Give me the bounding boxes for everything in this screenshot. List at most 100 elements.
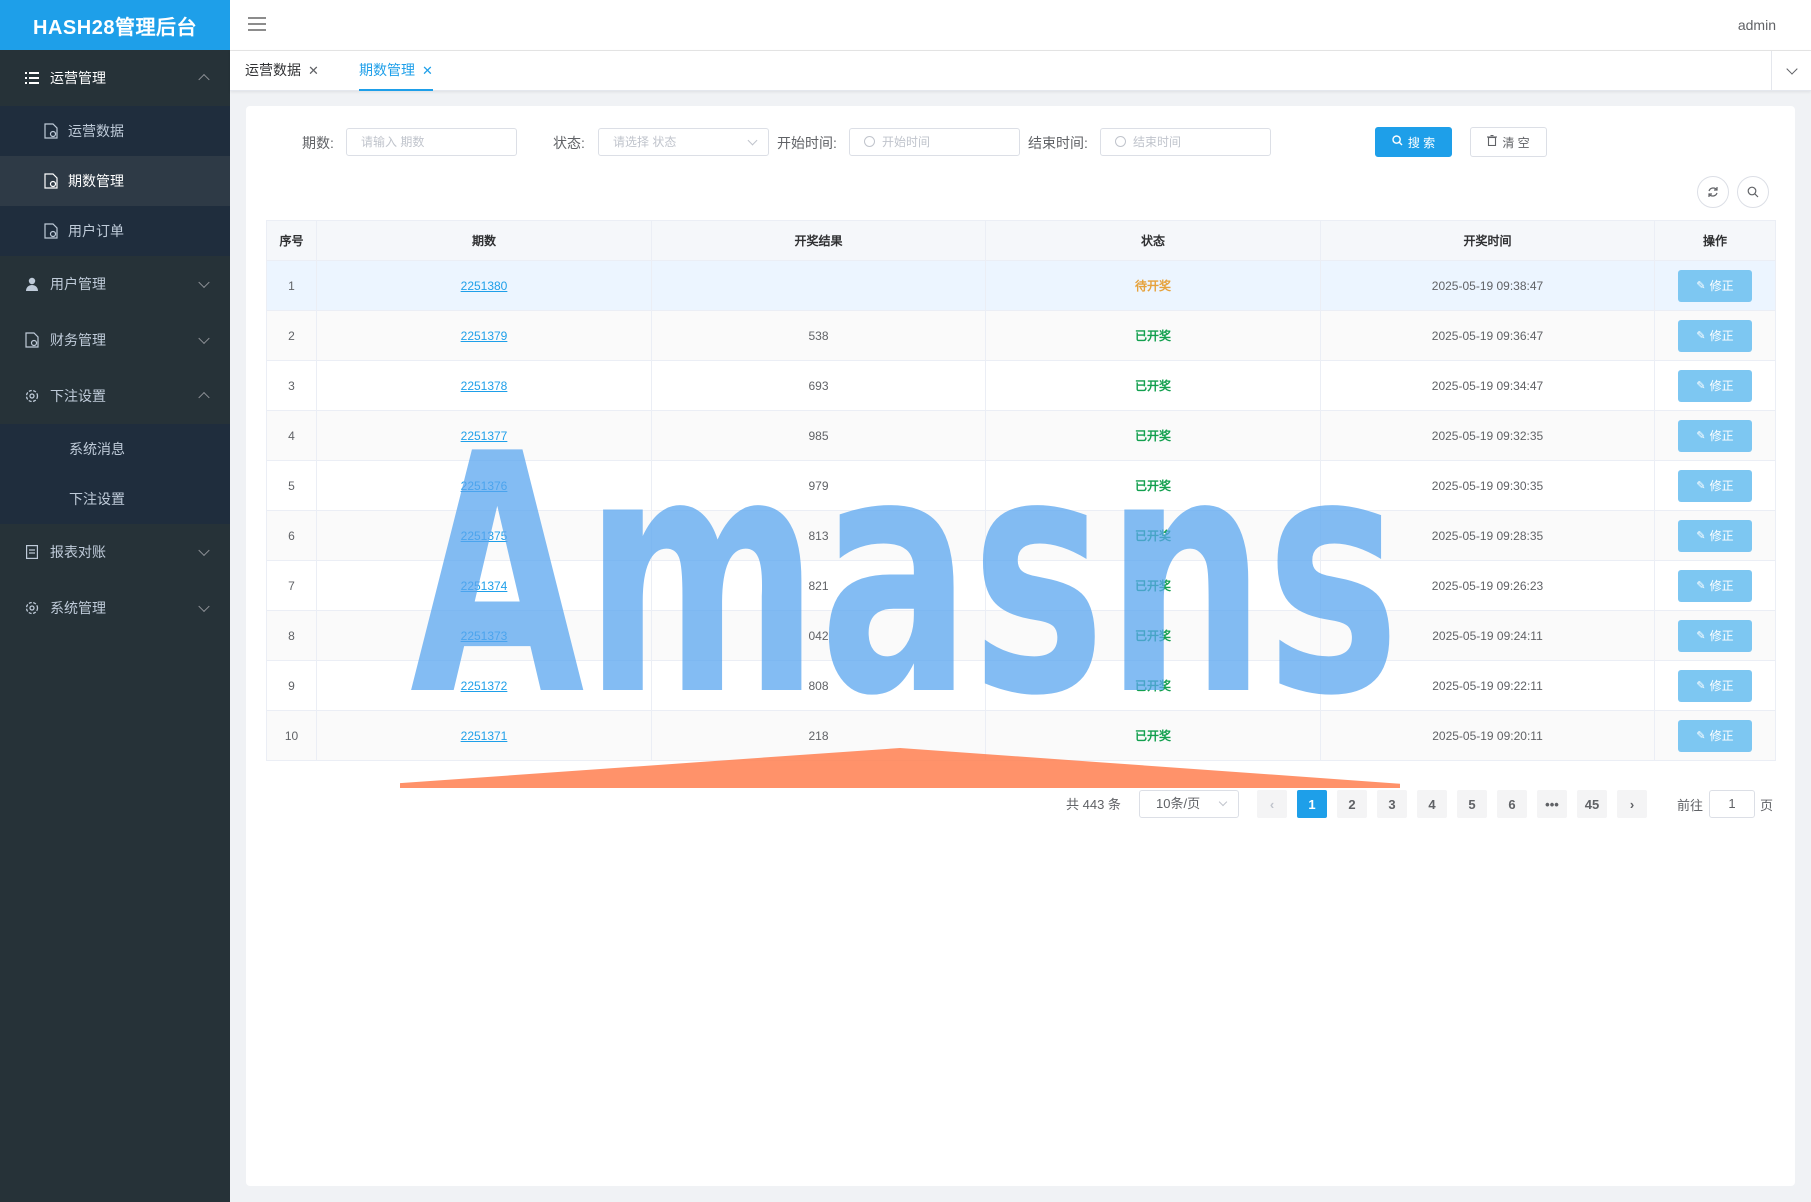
column-header[interactable]: 操作 bbox=[1654, 220, 1776, 261]
next-page-button[interactable]: › bbox=[1617, 790, 1647, 818]
issue-link[interactable]: 2251373 bbox=[461, 629, 508, 643]
edit-button[interactable]: ✎ 修正 bbox=[1678, 469, 1752, 502]
issue-link[interactable]: 2251375 bbox=[461, 529, 508, 543]
menu-group-label: 财务管理 bbox=[50, 332, 106, 348]
refresh-button[interactable] bbox=[1697, 176, 1729, 208]
issue-link[interactable]: 2251377 bbox=[461, 429, 508, 443]
menu-group-system[interactable]: 系统管理 bbox=[0, 580, 230, 636]
document-icon bbox=[24, 332, 40, 348]
edit-button[interactable]: ✎ 修正 bbox=[1678, 719, 1752, 752]
row-index: 7 bbox=[266, 560, 317, 611]
start-time-picker[interactable]: 开始时间 bbox=[849, 128, 1020, 156]
page-size-select[interactable]: 10条/页 bbox=[1139, 790, 1239, 818]
list-icon bbox=[24, 70, 40, 86]
issue-link[interactable]: 2251378 bbox=[461, 379, 508, 393]
user-menu[interactable]: admin bbox=[1738, 17, 1776, 33]
app-logo: HASH28管理后台 bbox=[0, 0, 230, 50]
menu-group-operations[interactable]: 运营管理 bbox=[0, 50, 230, 106]
toggle-search-button[interactable] bbox=[1737, 176, 1769, 208]
pencil-icon: ✎ bbox=[1696, 580, 1706, 592]
draw-result: 979 bbox=[651, 460, 986, 511]
page-button[interactable]: 45 bbox=[1577, 790, 1607, 818]
sidebar-item-system-messages[interactable]: 系统消息 bbox=[0, 424, 230, 474]
submenu-operations: 运营数据 期数管理 用户订单 bbox=[0, 106, 230, 256]
close-icon[interactable]: ✕ bbox=[308, 63, 319, 78]
edit-button-label: 修正 bbox=[1709, 579, 1734, 593]
search-button[interactable]: 搜 索 bbox=[1375, 127, 1452, 157]
clear-button[interactable]: 清 空 bbox=[1470, 127, 1547, 157]
menu-group-label: 用户管理 bbox=[50, 276, 106, 292]
row-index: 8 bbox=[266, 610, 317, 661]
column-header[interactable]: 状态 bbox=[985, 220, 1321, 261]
issue-link[interactable]: 2251372 bbox=[461, 679, 508, 693]
edit-button[interactable]: ✎ 修正 bbox=[1678, 269, 1752, 302]
menu-group-reports[interactable]: 报表对账 bbox=[0, 524, 230, 580]
issue-link[interactable]: 2251371 bbox=[461, 729, 508, 743]
issue-table: 序号 期数 开奖结果 状态 开奖时间 操作 1 2251380 待开奖 2025… bbox=[266, 220, 1776, 761]
edit-button[interactable]: ✎ 修正 bbox=[1678, 369, 1752, 402]
more-pages-button[interactable]: ••• bbox=[1537, 790, 1567, 818]
page-button[interactable]: 3 bbox=[1377, 790, 1407, 818]
prev-page-button[interactable]: ‹ bbox=[1257, 790, 1287, 818]
end-time-picker[interactable]: 结束时间 bbox=[1100, 128, 1271, 156]
hamburger-icon[interactable] bbox=[248, 17, 266, 31]
search-icon bbox=[1392, 135, 1403, 149]
sidebar-item-label: 运营数据 bbox=[68, 123, 124, 139]
draw-time: 2025-05-19 09:34:47 bbox=[1320, 360, 1655, 411]
page-button[interactable]: 1 bbox=[1297, 790, 1327, 818]
chevron-down-icon bbox=[198, 544, 210, 557]
top-navbar: admin bbox=[230, 0, 1811, 51]
draw-time: 2025-05-19 09:32:35 bbox=[1320, 410, 1655, 461]
edit-button[interactable]: ✎ 修正 bbox=[1678, 619, 1752, 652]
edit-button[interactable]: ✎ 修正 bbox=[1678, 519, 1752, 552]
tab-issue-management[interactable]: 期数管理 ✕ bbox=[359, 51, 433, 91]
edit-button[interactable]: ✎ 修正 bbox=[1678, 669, 1752, 702]
page-button[interactable]: 4 bbox=[1417, 790, 1447, 818]
table-row: 3 2251378 693 已开奖 2025-05-19 09:34:47 ✎ 修… bbox=[266, 360, 1776, 411]
column-header[interactable]: 期数 bbox=[316, 220, 652, 261]
chevron-down-icon bbox=[198, 332, 210, 345]
sidebar-item-issue-management[interactable]: 期数管理 bbox=[0, 156, 230, 206]
document-icon bbox=[44, 173, 60, 189]
issue-input[interactable]: 请输入 期数 bbox=[346, 128, 517, 156]
edit-button[interactable]: ✎ 修正 bbox=[1678, 319, 1752, 352]
issue-link[interactable]: 2251380 bbox=[461, 279, 508, 293]
draw-time: 2025-05-19 09:28:35 bbox=[1320, 510, 1655, 561]
issue-link[interactable]: 2251376 bbox=[461, 479, 508, 493]
issue-link[interactable]: 2251374 bbox=[461, 579, 508, 593]
search-icon bbox=[1747, 186, 1759, 198]
menu-group-label: 报表对账 bbox=[50, 544, 106, 560]
tab-operation-data[interactable]: 运营数据 ✕ bbox=[245, 51, 319, 91]
edit-button-label: 修正 bbox=[1709, 729, 1734, 743]
start-time-label: 开始时间: bbox=[777, 135, 837, 151]
menu-group-finance[interactable]: 财务管理 bbox=[0, 312, 230, 368]
tabs-dropdown-button[interactable] bbox=[1771, 51, 1811, 90]
pencil-icon: ✎ bbox=[1696, 630, 1706, 642]
menu-group-bet-settings[interactable]: 下注设置 bbox=[0, 368, 230, 424]
issue-link[interactable]: 2251379 bbox=[461, 329, 508, 343]
draw-time: 2025-05-19 09:26:23 bbox=[1320, 560, 1655, 611]
close-icon[interactable]: ✕ bbox=[422, 63, 433, 78]
goto-page-input[interactable]: 1 bbox=[1709, 790, 1755, 818]
sidebar: HASH28管理后台 运营管理 运营数据 期数管理 用户订单 用户管理 财务管理 bbox=[0, 0, 230, 1202]
edit-button[interactable]: ✎ 修正 bbox=[1678, 419, 1752, 452]
sidebar-item-bet-settings[interactable]: 下注设置 bbox=[0, 474, 230, 524]
page-button[interactable]: 2 bbox=[1337, 790, 1367, 818]
gear-icon bbox=[24, 388, 40, 404]
column-header[interactable]: 开奖时间 bbox=[1320, 220, 1655, 261]
column-header[interactable]: 序号 bbox=[266, 220, 317, 261]
goto-suffix: 页 bbox=[1760, 798, 1774, 813]
status-select[interactable]: 请选择 状态 bbox=[598, 128, 769, 156]
sidebar-item-user-orders[interactable]: 用户订单 bbox=[0, 206, 230, 256]
table-header-row: 序号 期数 开奖结果 状态 开奖时间 操作 bbox=[266, 220, 1776, 261]
status-text: 已开奖 bbox=[1134, 679, 1171, 693]
table-row: 8 2251373 042 已开奖 2025-05-19 09:24:11 ✎ 修… bbox=[266, 610, 1776, 661]
page-button[interactable]: 6 bbox=[1497, 790, 1527, 818]
sidebar-item-operation-data[interactable]: 运营数据 bbox=[0, 106, 230, 156]
status-text: 已开奖 bbox=[1134, 379, 1171, 393]
edit-button-label: 修正 bbox=[1709, 279, 1734, 293]
menu-group-users[interactable]: 用户管理 bbox=[0, 256, 230, 312]
page-button[interactable]: 5 bbox=[1457, 790, 1487, 818]
edit-button[interactable]: ✎ 修正 bbox=[1678, 569, 1752, 602]
column-header[interactable]: 开奖结果 bbox=[651, 220, 986, 261]
